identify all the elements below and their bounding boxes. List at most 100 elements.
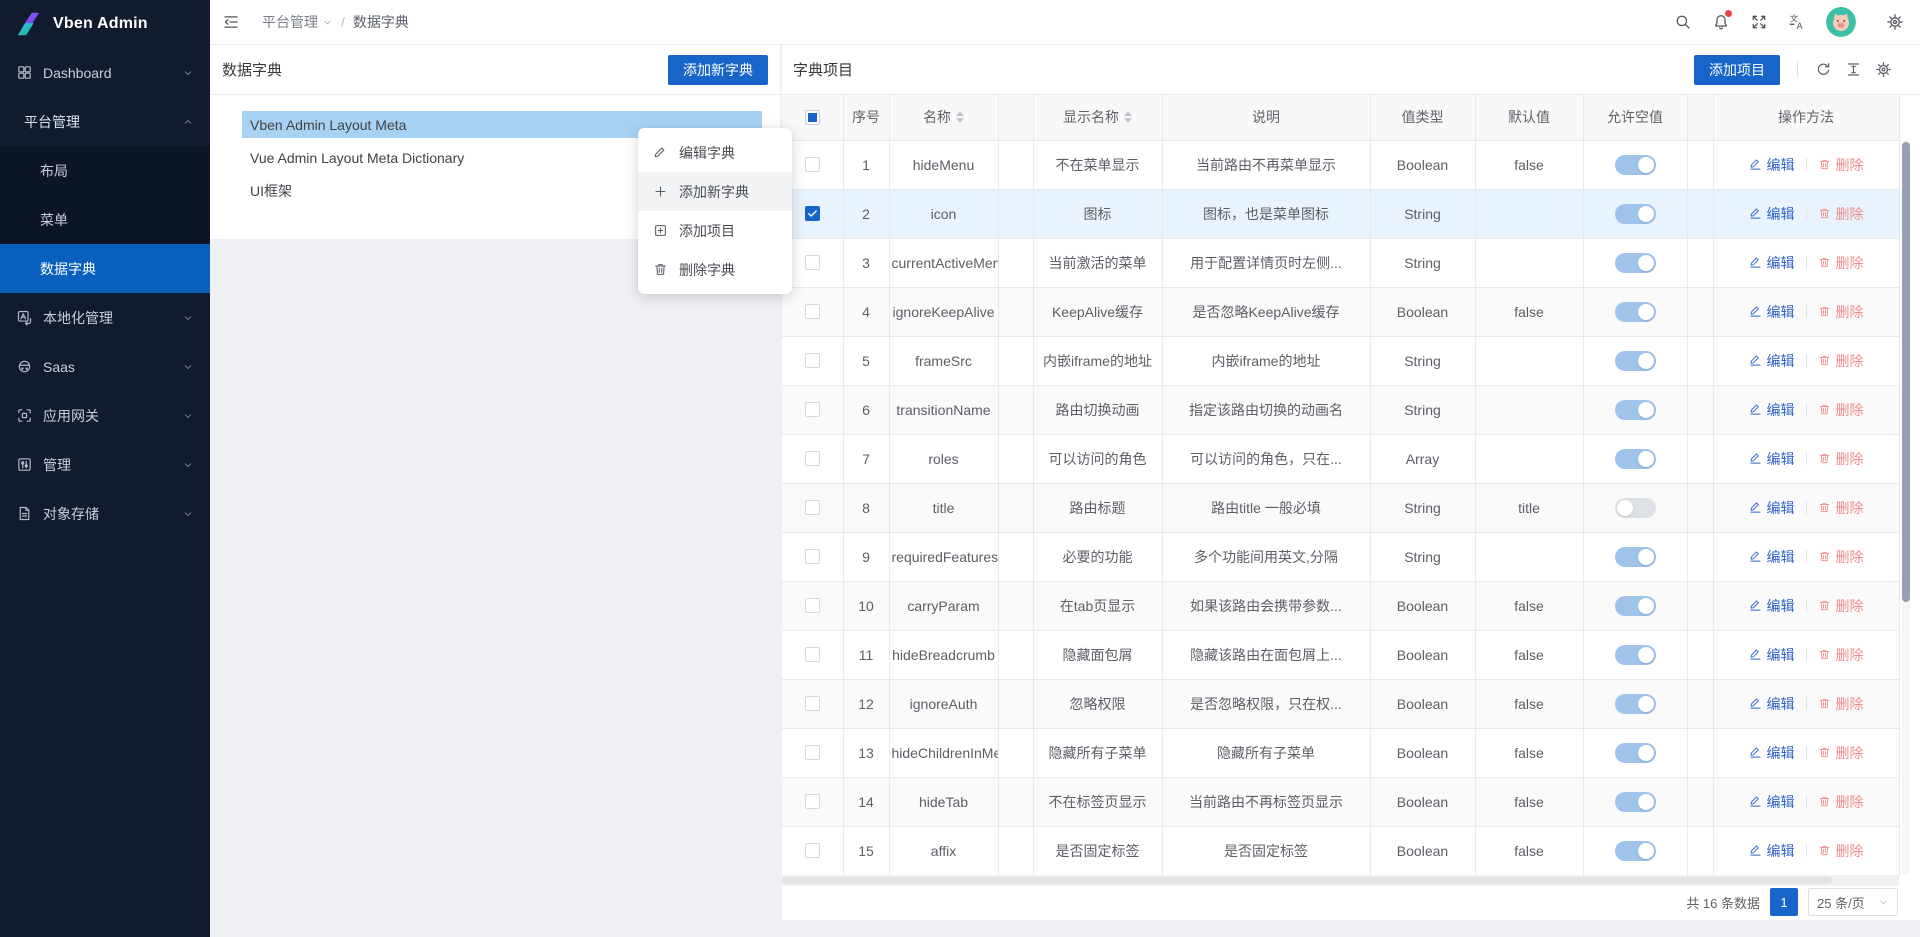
row-checkbox[interactable] [805, 745, 820, 760]
delete-button[interactable]: 删除 [1818, 204, 1864, 224]
allow-empty-toggle[interactable] [1615, 155, 1656, 175]
edit-button[interactable]: 编辑 [1749, 302, 1795, 322]
edit-button[interactable]: 编辑 [1749, 155, 1795, 175]
sidebar-item-platform-management[interactable]: 平台管理 [0, 97, 210, 146]
sidebar-item-object-storage[interactable]: 对象存储 [0, 489, 210, 538]
row-checkbox[interactable] [805, 647, 820, 662]
edit-button[interactable]: 编辑 [1749, 400, 1795, 420]
delete-button[interactable]: 删除 [1818, 253, 1864, 273]
context-menu-item-edit-dictionary[interactable]: 编辑字典 [638, 133, 792, 172]
delete-button[interactable]: 删除 [1818, 547, 1864, 567]
object-storage-icon [16, 505, 33, 522]
cell-name: carryParam [889, 581, 998, 630]
allow-empty-toggle[interactable] [1615, 694, 1656, 714]
context-menu-item-add-new-dictionary[interactable]: 添加新字典 [638, 172, 792, 211]
edit-button[interactable]: 编辑 [1749, 596, 1795, 616]
table-horizontal-scrollbar[interactable] [782, 875, 1899, 886]
delete-button[interactable]: 删除 [1818, 596, 1864, 616]
sidebar-item-menu[interactable]: 菜单 [0, 195, 210, 244]
edit-button[interactable]: 编辑 [1749, 645, 1795, 665]
allow-empty-toggle[interactable] [1615, 743, 1656, 763]
sidebar-item-management[interactable]: 管理 [0, 440, 210, 489]
breadcrumb-parent[interactable]: 平台管理 [262, 12, 333, 32]
sidebar-item-saas[interactable]: Saas [0, 342, 210, 391]
delete-button[interactable]: 删除 [1818, 449, 1864, 469]
sort-carets-icon[interactable] [956, 111, 964, 123]
delete-button[interactable]: 删除 [1818, 743, 1864, 763]
column-header-display_name[interactable]: 显示名称 [1033, 95, 1162, 140]
allow-empty-toggle[interactable] [1615, 841, 1656, 861]
search-icon[interactable] [1674, 13, 1692, 31]
context-menu-item-add-item[interactable]: 添加项目 [638, 211, 792, 250]
allow-empty-toggle[interactable] [1615, 351, 1656, 371]
row-height-icon[interactable] [1845, 61, 1862, 78]
page-number-button[interactable]: 1 [1770, 888, 1798, 916]
sidebar-item-localization[interactable]: 本地化管理 [0, 293, 210, 342]
delete-button[interactable]: 删除 [1818, 792, 1864, 812]
delete-button[interactable]: 删除 [1818, 498, 1864, 518]
row-checkbox[interactable] [805, 696, 820, 711]
delete-button[interactable]: 删除 [1818, 155, 1864, 175]
row-checkbox[interactable] [805, 451, 820, 466]
column-header-name[interactable]: 名称 [889, 95, 998, 140]
user-avatar[interactable] [1826, 7, 1856, 37]
allow-empty-toggle[interactable] [1615, 498, 1656, 518]
settings-gear-icon[interactable] [1886, 13, 1904, 31]
row-checkbox[interactable] [805, 353, 820, 368]
edit-button[interactable]: 编辑 [1749, 204, 1795, 224]
row-checkbox[interactable] [805, 157, 820, 172]
sidebar-item-dashboard[interactable]: Dashboard [0, 48, 210, 97]
notifications-bell-icon[interactable] [1712, 13, 1730, 31]
sidebar-item-data-dictionary[interactable]: 数据字典 [0, 244, 210, 293]
table-settings-gear-icon[interactable] [1875, 61, 1892, 78]
row-checkbox[interactable] [805, 794, 820, 809]
sidebar-item-app-gateway[interactable]: 应用网关 [0, 391, 210, 440]
fullscreen-icon[interactable] [1750, 13, 1768, 31]
edit-button[interactable]: 编辑 [1749, 498, 1795, 518]
delete-button[interactable]: 删除 [1818, 400, 1864, 420]
edit-button[interactable]: 编辑 [1749, 743, 1795, 763]
edit-pencil-icon [1749, 158, 1762, 171]
row-checkbox[interactable] [805, 206, 820, 221]
allow-empty-toggle[interactable] [1615, 400, 1656, 420]
sort-carets-icon[interactable] [1124, 111, 1132, 123]
allow-empty-toggle[interactable] [1615, 253, 1656, 273]
app-logo[interactable]: Vben Admin [0, 0, 210, 48]
allow-empty-toggle[interactable] [1615, 792, 1656, 812]
allow-empty-toggle[interactable] [1615, 547, 1656, 567]
select-all-checkbox[interactable] [805, 110, 820, 125]
add-item-button[interactable]: 添加项目 [1694, 55, 1780, 85]
delete-button[interactable]: 删除 [1818, 302, 1864, 322]
row-checkbox[interactable] [805, 402, 820, 417]
edit-button[interactable]: 编辑 [1749, 841, 1795, 861]
delete-button[interactable]: 删除 [1818, 351, 1864, 371]
edit-button[interactable]: 编辑 [1749, 547, 1795, 567]
edit-button[interactable]: 编辑 [1749, 253, 1795, 273]
delete-button[interactable]: 删除 [1818, 841, 1864, 861]
edit-button[interactable]: 编辑 [1749, 449, 1795, 469]
allow-empty-toggle[interactable] [1615, 302, 1656, 322]
delete-button[interactable]: 删除 [1818, 694, 1864, 714]
allow-empty-toggle[interactable] [1615, 596, 1656, 616]
row-checkbox[interactable] [805, 598, 820, 613]
edit-button[interactable]: 编辑 [1749, 351, 1795, 371]
translate-icon[interactable]: 文A [1788, 13, 1806, 31]
sidebar-item-layout[interactable]: 布局 [0, 146, 210, 195]
row-checkbox[interactable] [805, 255, 820, 270]
allow-empty-toggle[interactable] [1615, 449, 1656, 469]
add-dictionary-button[interactable]: 添加新字典 [668, 55, 768, 85]
row-checkbox[interactable] [805, 500, 820, 515]
edit-button[interactable]: 编辑 [1749, 694, 1795, 714]
refresh-icon[interactable] [1815, 61, 1832, 78]
row-checkbox[interactable] [805, 843, 820, 858]
table-vertical-scrollbar[interactable] [1902, 140, 1910, 874]
row-checkbox[interactable] [805, 304, 820, 319]
allow-empty-toggle[interactable] [1615, 204, 1656, 224]
allow-empty-toggle[interactable] [1615, 645, 1656, 665]
edit-button[interactable]: 编辑 [1749, 792, 1795, 812]
sidebar-fold-icon[interactable] [222, 13, 240, 31]
context-menu-item-delete-dictionary[interactable]: 删除字典 [638, 250, 792, 289]
row-checkbox[interactable] [805, 549, 820, 564]
delete-button[interactable]: 删除 [1818, 645, 1864, 665]
page-size-select[interactable]: 25 条/页 [1808, 888, 1898, 916]
